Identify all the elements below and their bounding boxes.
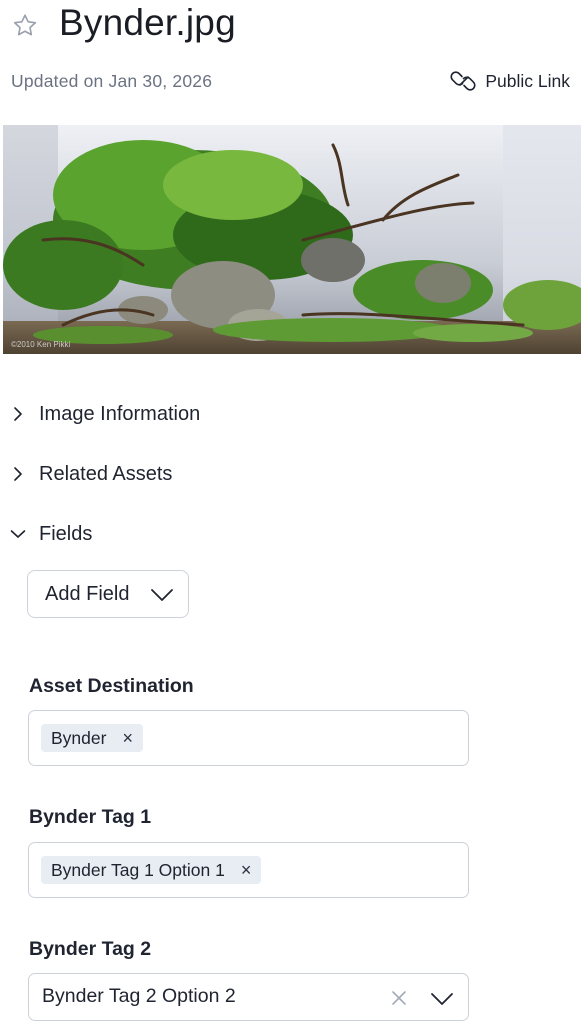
clear-icon[interactable] <box>390 989 408 1007</box>
image-watermark: ©2010 Ken Pikki <box>11 340 71 349</box>
chevron-right-icon <box>14 407 22 421</box>
section-related-assets[interactable]: Related Assets <box>0 454 583 494</box>
chip-remove-icon[interactable]: × <box>241 861 252 879</box>
page-title: Bynder.jpg <box>59 2 236 43</box>
public-link-label: Public Link <box>485 70 570 91</box>
field-label-bynder-tag-2: Bynder Tag 2 <box>29 938 152 960</box>
chip-label: Bynder <box>51 727 107 748</box>
section-label: Related Assets <box>39 463 173 485</box>
chip-label: Bynder Tag 1 Option 1 <box>51 859 225 880</box>
chevron-right-icon <box>14 467 22 481</box>
aquarium-image <box>3 125 581 354</box>
section-label: Image Information <box>39 403 201 425</box>
field-label-bynder-tag-1: Bynder Tag 1 <box>29 806 152 828</box>
chevron-down-icon[interactable] <box>430 992 454 1006</box>
add-field-label: Add Field <box>45 583 130 605</box>
tag-chip: Bynder Tag 1 Option 1 × <box>41 856 262 884</box>
chevron-down-icon <box>10 530 26 538</box>
link-icon <box>450 71 476 91</box>
asset-destination-input[interactable]: Bynder × <box>28 710 469 766</box>
updated-date: Updated on Jan 30, 2026 <box>11 71 213 91</box>
section-label: Fields <box>39 523 93 545</box>
field-label-asset-destination: Asset Destination <box>29 675 194 697</box>
section-fields[interactable]: Fields <box>0 514 583 554</box>
section-image-information[interactable]: Image Information <box>0 394 583 434</box>
title-row: Bynder.jpg <box>0 0 583 52</box>
bynder-tag-1-input[interactable]: Bynder Tag 1 Option 1 × <box>28 842 469 898</box>
asset-preview-image[interactable]: ©2010 Ken Pikki <box>3 125 581 354</box>
chip-remove-icon[interactable]: × <box>122 729 133 747</box>
add-field-button[interactable]: Add Field <box>27 570 189 618</box>
star-icon[interactable] <box>11 12 39 40</box>
public-link-button[interactable]: Public Link <box>449 69 570 93</box>
tag-chip: Bynder × <box>41 724 143 752</box>
select-value: Bynder Tag 2 Option 2 <box>42 985 236 1007</box>
bynder-tag-2-select[interactable]: Bynder Tag 2 Option 2 <box>28 973 469 1021</box>
chevron-down-icon <box>151 589 173 601</box>
